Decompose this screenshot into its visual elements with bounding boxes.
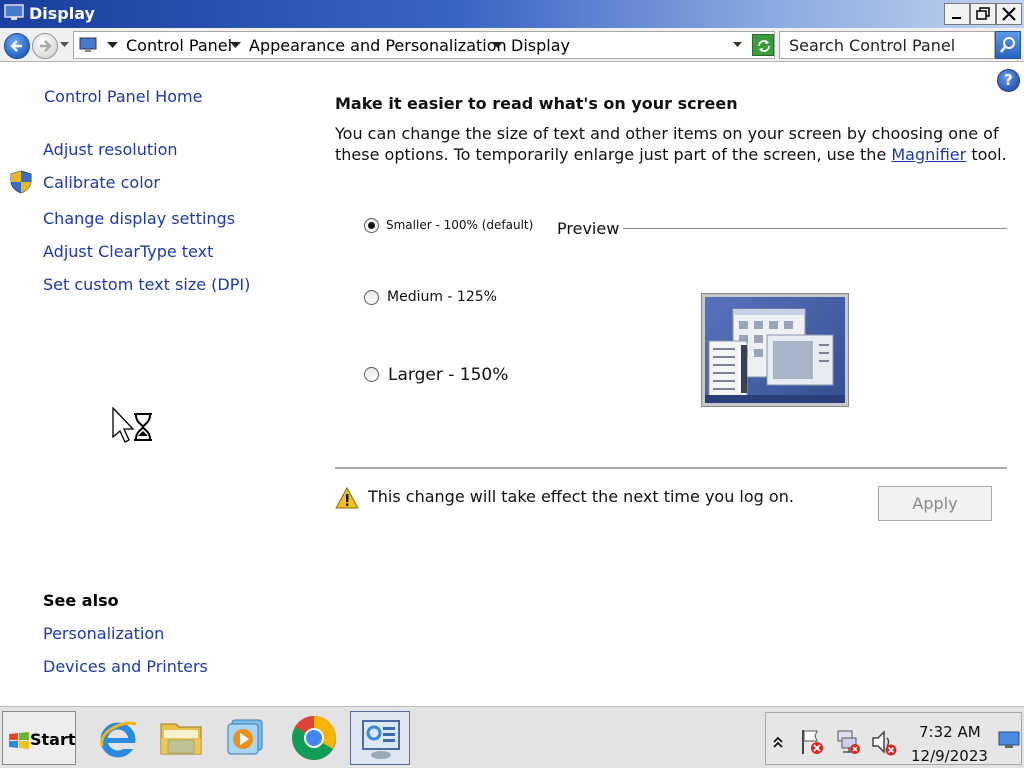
taskbar-chrome[interactable] (284, 711, 344, 765)
radio-smaller[interactable] (364, 218, 379, 233)
system-tray: 7:32 AM 12/9/2023 (765, 712, 1022, 765)
preview-label: Preview (557, 219, 620, 238)
taskbar-control-panel[interactable] (350, 711, 410, 765)
clock-time[interactable]: 7:32 AM (919, 723, 981, 741)
display-app-icon (4, 4, 24, 20)
chevron-down-icon[interactable] (107, 42, 118, 49)
media-player-icon (227, 719, 263, 755)
preview-divider (623, 228, 1007, 229)
search-input[interactable]: Search Control Panel (779, 31, 995, 59)
taskbar-media-player[interactable] (216, 711, 276, 765)
taskbar-file-explorer[interactable] (150, 711, 210, 765)
refresh-button[interactable] (752, 34, 774, 56)
radio-medium[interactable] (364, 290, 379, 305)
minimize-icon (952, 17, 961, 19)
start-label: Start (30, 730, 76, 749)
see-also-heading: See also (43, 591, 119, 610)
breadcrumb-control-panel[interactable]: Control Panel (126, 36, 232, 55)
adjust-cleartype-link[interactable]: Adjust ClearType text (43, 242, 213, 261)
control-panel-home-link[interactable]: Control Panel Home (44, 87, 202, 106)
breadcrumb-display[interactable]: Display (511, 36, 570, 55)
show-desktop-icon[interactable] (998, 731, 1020, 749)
restore-button[interactable] (970, 3, 996, 25)
close-icon (1002, 7, 1016, 21)
window-title: Display (29, 4, 95, 23)
calibrate-color-link[interactable]: Calibrate color (43, 173, 160, 192)
shield-icon (10, 170, 32, 194)
description-text-end: tool. (966, 145, 1007, 164)
minimize-button[interactable] (944, 3, 970, 25)
address-history-icon[interactable] (733, 42, 742, 48)
taskbar: Start 7:32 AM 12/9/2023 (0, 706, 1024, 768)
warning-icon (335, 487, 359, 509)
show-hidden-icons-icon[interactable] (772, 735, 784, 749)
change-display-settings-link[interactable]: Change display settings (43, 209, 235, 228)
busy-cursor-icon (112, 407, 152, 443)
preview-screen (705, 297, 845, 403)
custom-text-size-link[interactable]: Set custom text size (DPI) (43, 275, 250, 294)
refresh-icon (758, 40, 770, 52)
preview-windows-icon (705, 308, 845, 403)
chevron-down-icon[interactable] (230, 42, 241, 49)
arrow-right-icon (40, 40, 52, 52)
close-button[interactable] (996, 3, 1022, 25)
back-button[interactable] (4, 33, 30, 59)
arrow-left-icon (10, 40, 22, 52)
chevron-down-icon[interactable] (492, 42, 503, 49)
clock-date[interactable]: 12/9/2023 (911, 747, 988, 765)
recent-pages-dropdown-icon[interactable] (60, 42, 69, 48)
option-larger-label[interactable]: Larger - 150% (388, 365, 508, 385)
chrome-icon (292, 716, 336, 760)
personalization-link[interactable]: Personalization (43, 624, 164, 643)
search-button[interactable] (995, 31, 1021, 59)
help-button[interactable]: ? (997, 69, 1020, 92)
action-center-flag-icon[interactable] (799, 728, 825, 756)
warning-message: This change will take effect the next ti… (368, 487, 794, 506)
restore-icon (976, 7, 990, 20)
breadcrumb-appearance[interactable]: Appearance and Personalization (249, 36, 507, 55)
address-field[interactable]: Control Panel Appearance and Personaliza… (73, 31, 775, 59)
forward-button[interactable] (32, 33, 58, 59)
option-smaller-label[interactable]: Smaller - 100% (default) (386, 218, 533, 232)
network-icon[interactable] (835, 728, 861, 756)
control-panel-icon (362, 720, 400, 759)
help-icon: ? (1004, 71, 1013, 89)
taskbar-internet-explorer[interactable] (88, 711, 148, 765)
volume-icon[interactable] (870, 728, 898, 756)
search-icon (1000, 37, 1015, 53)
control-panel-icon (79, 37, 97, 52)
page-title: Make it easier to read what's on your sc… (335, 94, 738, 113)
apply-button[interactable]: Apply (878, 486, 992, 521)
option-medium-label[interactable]: Medium - 125% (387, 289, 497, 305)
internet-explorer-icon (100, 721, 137, 758)
radio-larger[interactable] (364, 367, 379, 382)
magnifier-link[interactable]: Magnifier (891, 145, 966, 164)
adjust-resolution-link[interactable]: Adjust resolution (43, 140, 178, 159)
preview-image (701, 293, 849, 407)
file-explorer-icon (160, 723, 202, 755)
address-toolbar: Control Panel Appearance and Personaliza… (0, 28, 1024, 62)
devices-printers-link[interactable]: Devices and Printers (43, 657, 208, 676)
page-description: You can change the size of text and othe… (335, 123, 1010, 165)
title-bar: Display (0, 0, 1024, 28)
section-divider (335, 467, 1007, 469)
start-button[interactable]: Start (2, 711, 76, 765)
windows-logo-icon (9, 732, 29, 749)
